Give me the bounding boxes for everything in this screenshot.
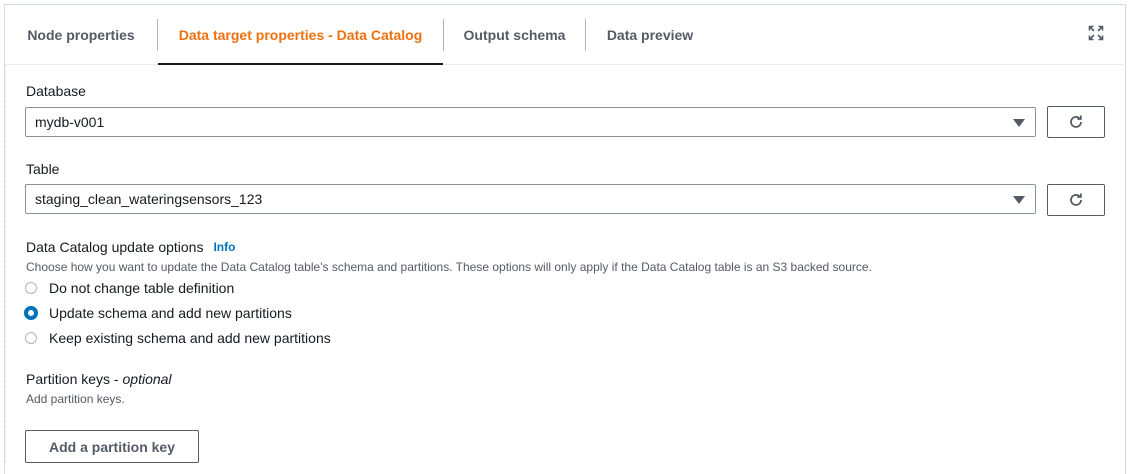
partition-keys-separator: -: [110, 371, 123, 387]
radio-label: Do not change table definition: [49, 280, 235, 296]
tab-data-target-properties[interactable]: Data target properties - Data Catalog: [158, 5, 443, 65]
add-partition-key-button[interactable]: Add a partition key: [25, 430, 199, 463]
optional-label: optional: [122, 371, 172, 387]
database-label: Database: [26, 83, 86, 99]
radio-label: Update schema and add new partitions: [49, 305, 292, 321]
radio-update-schema[interactable]: Update schema and add new partitions: [24, 303, 292, 323]
partition-keys-title: Partition keys - optional: [26, 371, 172, 387]
tab-bar: Node properties Data target properties -…: [5, 5, 1126, 65]
table-value: staging_clean_wateringsensors_123: [35, 191, 263, 207]
radio-label: Keep existing schema and add new partiti…: [49, 330, 331, 346]
tab-output-schema[interactable]: Output schema: [444, 5, 585, 64]
radio-button[interactable]: [25, 282, 37, 294]
button-label: Add a partition key: [48, 438, 176, 455]
tab-label: Output schema: [463, 26, 566, 43]
refresh-icon: [1070, 193, 1082, 206]
update-options-description: Choose how you want to update the Data C…: [26, 260, 872, 274]
tab-label: Data preview: [606, 26, 694, 43]
database-refresh-button[interactable]: [1047, 106, 1105, 138]
radio-do-not-change[interactable]: Do not change table definition: [25, 278, 234, 298]
info-link[interactable]: Info: [213, 240, 235, 254]
radio-keep-existing[interactable]: Keep existing schema and add new partiti…: [25, 328, 331, 348]
table-label: Table: [26, 161, 60, 177]
refresh-icon: [1070, 115, 1082, 128]
radio-button[interactable]: [24, 306, 38, 320]
tab-label: Data target properties - Data Catalog: [178, 26, 423, 43]
partition-keys-label: Partition keys: [26, 371, 111, 387]
database-select[interactable]: mydb-v001: [25, 107, 1036, 137]
tab-data-preview[interactable]: Data preview: [586, 5, 714, 64]
caret-down-icon: [1013, 119, 1025, 127]
tab-node-properties[interactable]: Node properties: [5, 5, 157, 64]
database-value: mydb-v001: [35, 114, 105, 130]
caret-down-icon: [1013, 196, 1025, 204]
tab-label: Node properties: [27, 26, 135, 43]
expand-icon[interactable]: [1088, 25, 1104, 41]
radio-button[interactable]: [25, 332, 37, 344]
partition-keys-description: Add partition keys.: [26, 392, 125, 406]
update-options-title: Data Catalog update options: [26, 239, 204, 255]
table-select[interactable]: staging_clean_wateringsensors_123: [25, 184, 1036, 214]
table-refresh-button[interactable]: [1047, 184, 1105, 216]
update-options-header: Data Catalog update options Info: [26, 239, 235, 255]
